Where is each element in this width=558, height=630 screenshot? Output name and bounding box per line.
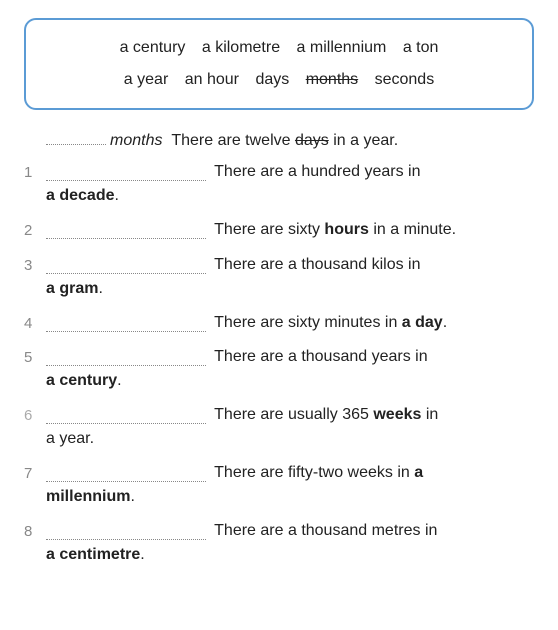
word-century: a century [120,39,186,56]
word-millennium: a millennium [297,39,387,56]
item-content-7: There are fifty-two weeks in a millenniu… [46,461,534,509]
period-1: . [114,187,118,204]
dotted-line-6 [46,423,206,424]
word-box-line2: a year an hour days months seconds [44,64,514,96]
example-answer: months [110,132,162,150]
sentence-1: There are a hundred years in [214,163,420,180]
sentence-2: There are sixty hours in a minute. [214,221,456,238]
sentence-3: There are a thousand kilos in [214,256,420,273]
word-ton: a ton [403,39,439,56]
period-3: . [98,280,102,297]
word-year: a year [124,71,168,88]
sentence-4: There are sixty minutes in a day. [214,314,447,331]
item-content-5: There are a thousand years in a century. [46,345,534,393]
item-content-8: There are a thousand metres in a centime… [46,519,534,567]
item-content-4: There are sixty minutes in a day. [46,311,534,335]
dotted-line-4 [46,331,206,332]
item-number-4: 4 [24,311,46,336]
list-item: 3 There are a thousand kilos in a gram. [24,253,534,301]
answer-5: a century [46,372,117,389]
item-number-7: 7 [24,461,46,486]
item-content-2: There are sixty hours in a minute. [46,218,534,242]
answer-3: a gram [46,280,98,297]
dotted-line-2 [46,238,206,239]
list-item: 1 There are a hundred years in a decade. [24,160,534,208]
dotted-line-3 [46,273,206,274]
period-5: . [117,372,121,389]
list-item: 6 There are usually 365 weeks in a year. [24,403,534,451]
list-item: 4 There are sixty minutes in a day. [24,311,534,336]
example-row: months There are twelve days in a year. [24,132,534,150]
bold-word-2: hours [324,221,368,238]
dotted-line-7 [46,481,206,482]
sentence-6b: a year. [46,430,94,447]
word-kilometre: a kilometre [202,39,280,56]
sentence-7: There are fifty-two weeks in a [214,464,423,481]
dotted-line-8 [46,539,206,540]
list-item: 5 There are a thousand years in a centur… [24,345,534,393]
item-content-6: There are usually 365 weeks in a year. [46,403,534,451]
list-item: 7 There are fifty-two weeks in a millenn… [24,461,534,509]
item-number-2: 2 [24,218,46,243]
period-8: . [140,546,144,563]
word-box: a century a kilometre a millennium a ton… [24,18,534,110]
sentence-5: There are a thousand years in [214,348,427,365]
period-7: . [130,488,134,505]
item-number-8: 8 [24,519,46,544]
list-item: 8 There are a thousand metres in a centi… [24,519,534,567]
strikethrough-days: days [295,132,329,149]
word-box-line1: a century a kilometre a millennium a ton [44,32,514,64]
list-item: 2 There are sixty hours in a minute. [24,218,534,243]
sentence-8: There are a thousand metres in [214,522,437,539]
item-number-3: 3 [24,253,46,278]
answer-1: a decade [46,187,114,204]
word-months: months [306,71,358,88]
bold-answer-4: a day [402,314,443,331]
item-content-1: There are a hundred years in a decade. [46,160,534,208]
sentence-6: There are usually 365 weeks in [214,406,438,423]
exercise-list: 1 There are a hundred years in a decade.… [24,160,534,567]
example-dotted-line [46,144,106,145]
word-seconds: seconds [375,71,435,88]
item-number-6: 6 [24,403,46,428]
answer-8: a centimetre [46,546,140,563]
answer-7b: millennium [46,488,130,505]
bold-word-6: weeks [373,406,421,423]
bold-answer-7a: a [414,464,423,481]
word-hour: an hour [185,71,239,88]
item-content-3: There are a thousand kilos in a gram. [46,253,534,301]
word-days: days [255,71,289,88]
dotted-line-1 [46,180,206,181]
dotted-line-5 [46,365,206,366]
example-sentence: There are twelve days in a year. [162,132,398,150]
item-number-1: 1 [24,160,46,185]
item-number-5: 5 [24,345,46,370]
